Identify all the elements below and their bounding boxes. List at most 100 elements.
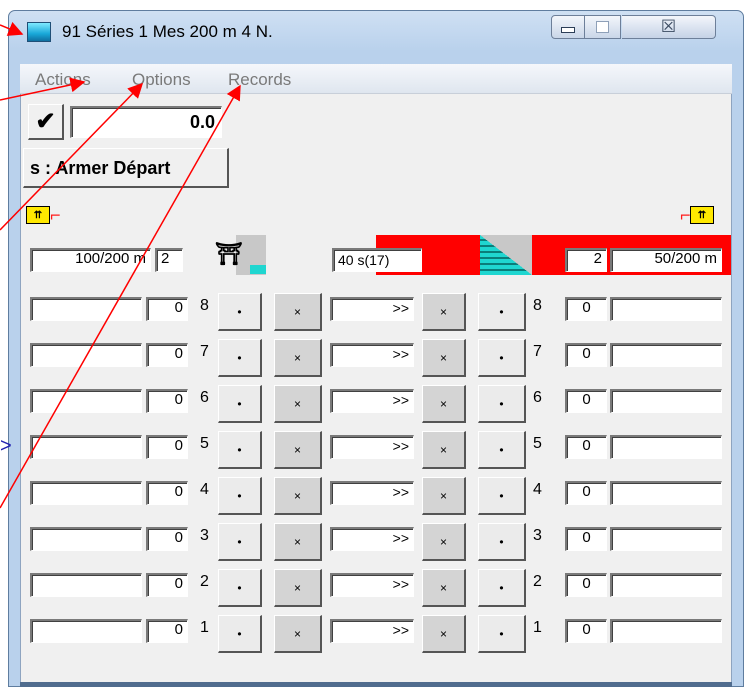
right-name-field[interactable]: [610, 343, 722, 367]
confirm-check-button[interactable]: ✔: [28, 104, 64, 140]
right-name-field[interactable]: [610, 481, 722, 505]
right-result-field[interactable]: 0: [565, 389, 607, 413]
right-result-field[interactable]: 0: [565, 527, 607, 551]
right-result-field[interactable]: 0: [565, 481, 607, 505]
left-name-field[interactable]: [30, 389, 142, 413]
menu-options[interactable]: Options: [132, 70, 191, 90]
right-name-field[interactable]: [610, 435, 722, 459]
left-result-field[interactable]: 0: [146, 435, 188, 459]
left-cancel-button[interactable]: ×: [274, 293, 322, 331]
maximize-button[interactable]: [585, 15, 621, 39]
left-dot-button[interactable]: •: [218, 523, 262, 561]
transfer-field[interactable]: >>: [330, 435, 414, 459]
left-dot-button[interactable]: •: [218, 339, 262, 377]
left-result-field[interactable]: 0: [146, 343, 188, 367]
right-dot-button[interactable]: •: [478, 385, 526, 423]
timer-field[interactable]: 40 s(17): [332, 248, 422, 272]
left-count-field[interactable]: 2: [155, 248, 183, 272]
podium-base: [250, 265, 266, 274]
right-distance-field[interactable]: 50/200 m: [610, 248, 722, 272]
arm-start-button[interactable]: s : Armer Départ: [23, 148, 229, 188]
menu-actions[interactable]: Actions: [35, 70, 91, 90]
left-result-field[interactable]: 0: [146, 619, 188, 643]
left-lane-number: 6: [200, 389, 209, 406]
window-title: 91 Séries 1 Mes 200 m 4 N.: [62, 22, 273, 41]
transfer-field[interactable]: >>: [330, 527, 414, 551]
right-result-field[interactable]: 0: [565, 573, 607, 597]
close-button[interactable]: ☒: [622, 15, 716, 39]
right-result-field[interactable]: 0: [565, 297, 607, 321]
menu-records[interactable]: Records: [228, 70, 291, 90]
transfer-field[interactable]: >>: [330, 573, 414, 597]
right-count-field[interactable]: 2: [565, 248, 607, 272]
left-lane-number: 5: [200, 435, 209, 452]
transfer-field[interactable]: >>: [330, 481, 414, 505]
left-cancel-button[interactable]: ×: [274, 523, 322, 561]
left-cancel-button[interactable]: ×: [274, 569, 322, 607]
left-distance-field[interactable]: 100/200 m: [30, 248, 151, 272]
right-dot-button[interactable]: •: [478, 523, 526, 561]
right-cancel-button[interactable]: ×: [422, 615, 466, 653]
transfer-field[interactable]: >>: [330, 297, 414, 321]
right-cancel-button[interactable]: ×: [422, 385, 466, 423]
left-name-field[interactable]: [30, 343, 142, 367]
left-cancel-button[interactable]: ×: [274, 477, 322, 515]
left-result-field[interactable]: 0: [146, 573, 188, 597]
left-lane-number: 2: [200, 573, 209, 590]
right-name-field[interactable]: [610, 573, 722, 597]
right-cancel-button[interactable]: ×: [422, 431, 466, 469]
right-dot-button[interactable]: •: [478, 615, 526, 653]
left-result-field[interactable]: 0: [146, 389, 188, 413]
left-result-field[interactable]: 0: [146, 481, 188, 505]
lane-stripes-shade: [480, 235, 532, 275]
left-dot-button[interactable]: •: [218, 615, 262, 653]
left-dot-button[interactable]: •: [218, 293, 262, 331]
left-cancel-button[interactable]: ×: [274, 385, 322, 423]
left-lane-number: 7: [200, 343, 209, 360]
right-name-field[interactable]: [610, 619, 722, 643]
left-name-field[interactable]: [30, 481, 142, 505]
right-name-field[interactable]: [610, 297, 722, 321]
app-icon: [27, 22, 51, 42]
right-cancel-button[interactable]: ×: [422, 523, 466, 561]
right-name-field[interactable]: [610, 527, 722, 551]
left-dot-button[interactable]: •: [218, 477, 262, 515]
right-dot-button[interactable]: •: [478, 569, 526, 607]
right-dot-button[interactable]: •: [478, 293, 526, 331]
right-lane-number: 7: [533, 343, 542, 360]
right-result-field[interactable]: 0: [565, 619, 607, 643]
left-dot-button[interactable]: •: [218, 569, 262, 607]
start-signal-right: ⌐ ⇈: [680, 206, 714, 224]
right-dot-button[interactable]: •: [478, 339, 526, 377]
left-cancel-button[interactable]: ×: [274, 615, 322, 653]
left-name-field[interactable]: [30, 619, 142, 643]
left-name-field[interactable]: [30, 573, 142, 597]
transfer-field[interactable]: >>: [330, 389, 414, 413]
left-result-field[interactable]: 0: [146, 527, 188, 551]
transfer-field[interactable]: >>: [330, 619, 414, 643]
left-dot-button[interactable]: •: [218, 431, 262, 469]
left-cancel-button[interactable]: ×: [274, 339, 322, 377]
start-signal-icon: ⇈: [26, 206, 50, 224]
red-hook-icon: ⌐: [680, 205, 691, 225]
menu-bar: [20, 64, 732, 94]
right-cancel-button[interactable]: ×: [422, 569, 466, 607]
transfer-field[interactable]: >>: [330, 343, 414, 367]
right-cancel-button[interactable]: ×: [422, 477, 466, 515]
minimize-button[interactable]: [551, 15, 585, 39]
left-dot-button[interactable]: •: [218, 385, 262, 423]
close-icon: ☒: [660, 17, 677, 36]
right-result-field[interactable]: 0: [565, 343, 607, 367]
left-result-field[interactable]: 0: [146, 297, 188, 321]
left-name-field[interactable]: [30, 527, 142, 551]
right-cancel-button[interactable]: ×: [422, 339, 466, 377]
right-cancel-button[interactable]: ×: [422, 293, 466, 331]
left-lane-number: 3: [200, 527, 209, 544]
right-dot-button[interactable]: •: [478, 477, 526, 515]
right-result-field[interactable]: 0: [565, 435, 607, 459]
left-cancel-button[interactable]: ×: [274, 431, 322, 469]
left-name-field[interactable]: [30, 435, 142, 459]
right-name-field[interactable]: [610, 389, 722, 413]
right-dot-button[interactable]: •: [478, 431, 526, 469]
left-name-field[interactable]: [30, 297, 142, 321]
